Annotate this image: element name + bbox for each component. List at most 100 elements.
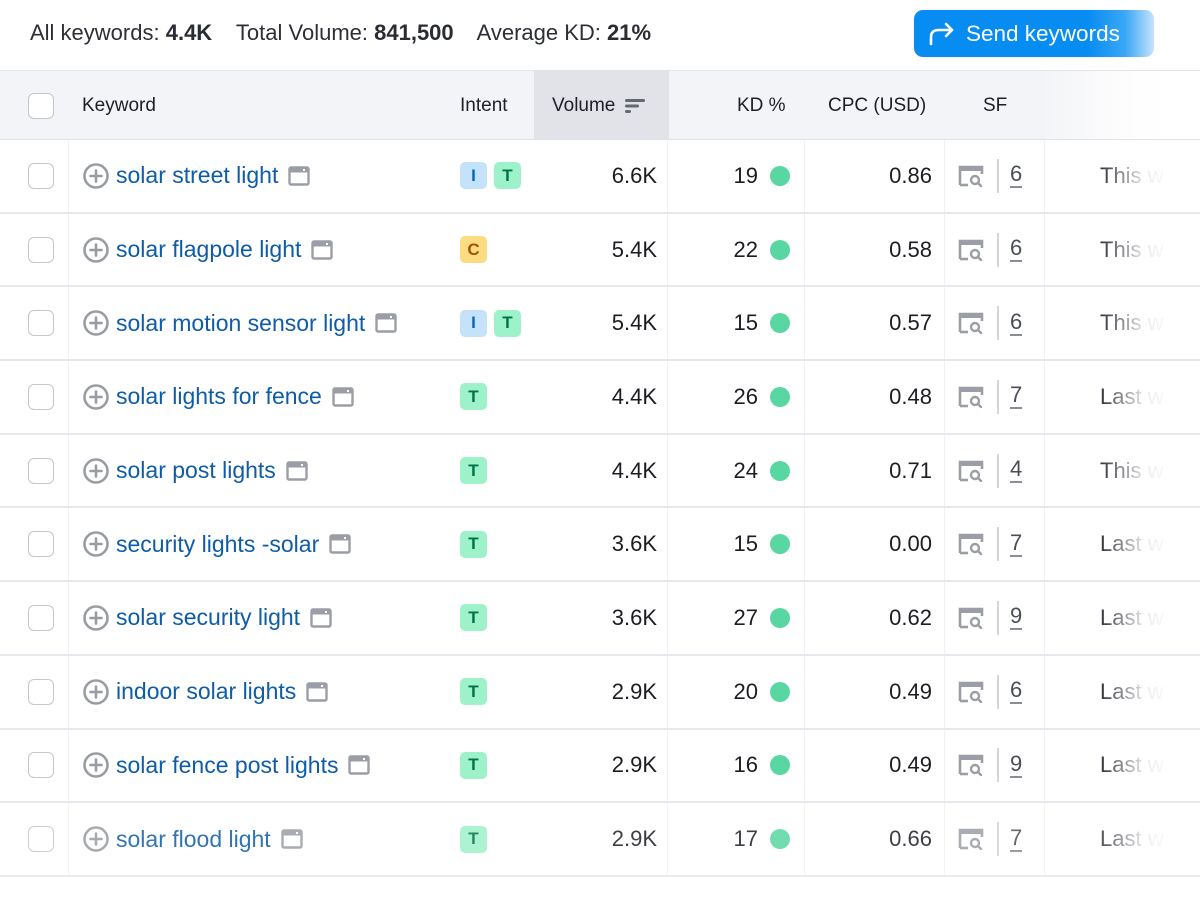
serp-features-icon[interactable] (958, 165, 984, 187)
keyword-link[interactable]: indoor solar lights (116, 678, 296, 705)
volume-cell: 4.4K (540, 361, 657, 433)
keyword-link[interactable]: solar lights for fence (116, 383, 322, 410)
add-to-list-icon[interactable] (82, 383, 110, 411)
serp-preview-icon[interactable] (286, 460, 308, 481)
column-divider (667, 140, 668, 212)
serp-preview-icon[interactable] (329, 534, 351, 554)
sf-count-link[interactable]: 6 (1010, 679, 1023, 705)
stat-label: All keywords: (30, 20, 160, 45)
serp-preview-icon[interactable] (348, 755, 371, 776)
serp-preview-icon[interactable] (281, 829, 303, 849)
row-checkbox[interactable] (28, 162, 54, 189)
serp-preview-icon[interactable] (310, 608, 332, 628)
column-header-sf[interactable]: SF (983, 71, 1007, 140)
column-divider (1044, 287, 1045, 360)
serp-preview-icon[interactable] (311, 239, 334, 260)
serp-preview-icon[interactable] (288, 166, 311, 186)
volume-cell: 6.6K (540, 140, 657, 212)
kd-value: 24 (733, 457, 758, 483)
sf-cell: 6 (958, 140, 1023, 212)
cpc-value: 0.66 (889, 826, 932, 852)
column-divider (68, 582, 69, 654)
column-header-updated[interactable]: U (1164, 71, 1178, 140)
sf-count-link[interactable]: 7 (1010, 826, 1023, 852)
column-divider (1044, 361, 1045, 433)
sf-count-link[interactable]: 6 (1010, 163, 1023, 189)
serp-features-icon[interactable] (958, 828, 984, 851)
column-divider (944, 361, 945, 433)
add-to-list-icon[interactable] (82, 825, 110, 853)
sf-cell: 6 (958, 287, 1023, 359)
sf-count-link[interactable]: 6 (1010, 237, 1023, 263)
sf-count-link[interactable]: 6 (1010, 310, 1023, 336)
add-to-list-icon[interactable] (82, 530, 110, 558)
sf-count-link[interactable]: 9 (1010, 605, 1023, 631)
volume-value: 5.4K (611, 236, 657, 262)
row-checkbox[interactable] (28, 236, 54, 263)
serp-features-icon[interactable] (958, 239, 984, 261)
keyword-link[interactable]: security lights -solar (116, 531, 319, 558)
kd-value: 17 (733, 826, 758, 852)
row-checkbox[interactable] (28, 604, 54, 631)
keyword-link[interactable]: solar security light (116, 604, 300, 631)
row-checkbox[interactable] (28, 457, 54, 484)
volume-value: 6.6K (611, 162, 657, 188)
updated-value: Last w (1100, 604, 1164, 630)
column-header-keyword[interactable]: Keyword (82, 71, 156, 140)
row-checkbox[interactable] (28, 531, 54, 558)
column-header-intent[interactable]: Intent (460, 71, 508, 140)
column-header-volume[interactable]: Volume (534, 71, 669, 140)
volume-cell: 5.4K (540, 287, 657, 359)
row-select-cell (28, 508, 54, 580)
sf-count-link[interactable]: 4 (1010, 458, 1023, 484)
stat-label: Total Volume: (235, 20, 368, 45)
cpc-cell: 0.49 (820, 730, 932, 802)
sf-count-link[interactable]: 7 (1010, 531, 1023, 557)
add-to-list-icon[interactable] (82, 751, 110, 779)
row-checkbox[interactable] (28, 310, 54, 337)
updated-value: Last w (1100, 678, 1164, 704)
row-checkbox[interactable] (28, 678, 54, 705)
row-checkbox[interactable] (28, 826, 54, 853)
serp-features-icon[interactable] (958, 386, 984, 408)
sf-count-link[interactable]: 9 (1010, 752, 1023, 778)
add-to-list-icon[interactable] (82, 236, 110, 264)
keyword-link[interactable]: solar flagpole light (116, 236, 301, 263)
sf-count-link[interactable]: 7 (1010, 384, 1023, 410)
serp-features-icon[interactable] (958, 533, 984, 556)
keyword-link[interactable]: solar flood light (116, 826, 271, 853)
send-keywords-button[interactable]: Send keywords (914, 10, 1154, 57)
keyword-link[interactable]: solar post lights (116, 457, 276, 484)
volume-value: 3.6K (611, 531, 657, 557)
add-to-list-icon[interactable] (82, 678, 110, 706)
updated-value: Last w (1100, 383, 1164, 409)
serp-preview-icon[interactable] (375, 313, 397, 333)
add-to-list-icon[interactable] (82, 604, 110, 632)
sf-cell: 9 (958, 582, 1023, 654)
table-row: solar lights for fence T 4.4K 26 0.48 7 … (0, 361, 1200, 435)
row-checkbox[interactable] (28, 752, 54, 779)
column-divider (68, 508, 69, 581)
serp-features-icon[interactable] (958, 312, 984, 335)
serp-features-icon[interactable] (958, 681, 984, 703)
keyword-link[interactable]: solar motion sensor light (116, 310, 365, 337)
cpc-cell: 0.86 (820, 140, 932, 212)
add-to-list-icon[interactable] (82, 162, 110, 190)
serp-features-icon[interactable] (958, 460, 984, 482)
serp-preview-icon[interactable] (332, 387, 354, 407)
row-select-cell (28, 361, 54, 433)
serp-features-icon[interactable] (958, 754, 984, 777)
keyword-link[interactable]: solar street light (116, 162, 278, 189)
add-to-list-icon[interactable] (82, 309, 110, 337)
column-header-kd[interactable]: KD % (737, 71, 786, 140)
select-all-checkbox[interactable] (28, 92, 54, 119)
column-header-cpc[interactable]: CPC (USD) (828, 71, 926, 140)
intent-cell: T (460, 582, 494, 654)
table-row: solar post lights T 4.4K 24 0.71 4 This … (0, 434, 1200, 509)
row-checkbox[interactable] (28, 383, 54, 410)
column-divider (68, 287, 69, 360)
add-to-list-icon[interactable] (82, 457, 110, 485)
keyword-link[interactable]: solar fence post lights (116, 752, 338, 779)
serp-preview-icon[interactable] (306, 681, 328, 702)
serp-features-icon[interactable] (958, 607, 984, 629)
